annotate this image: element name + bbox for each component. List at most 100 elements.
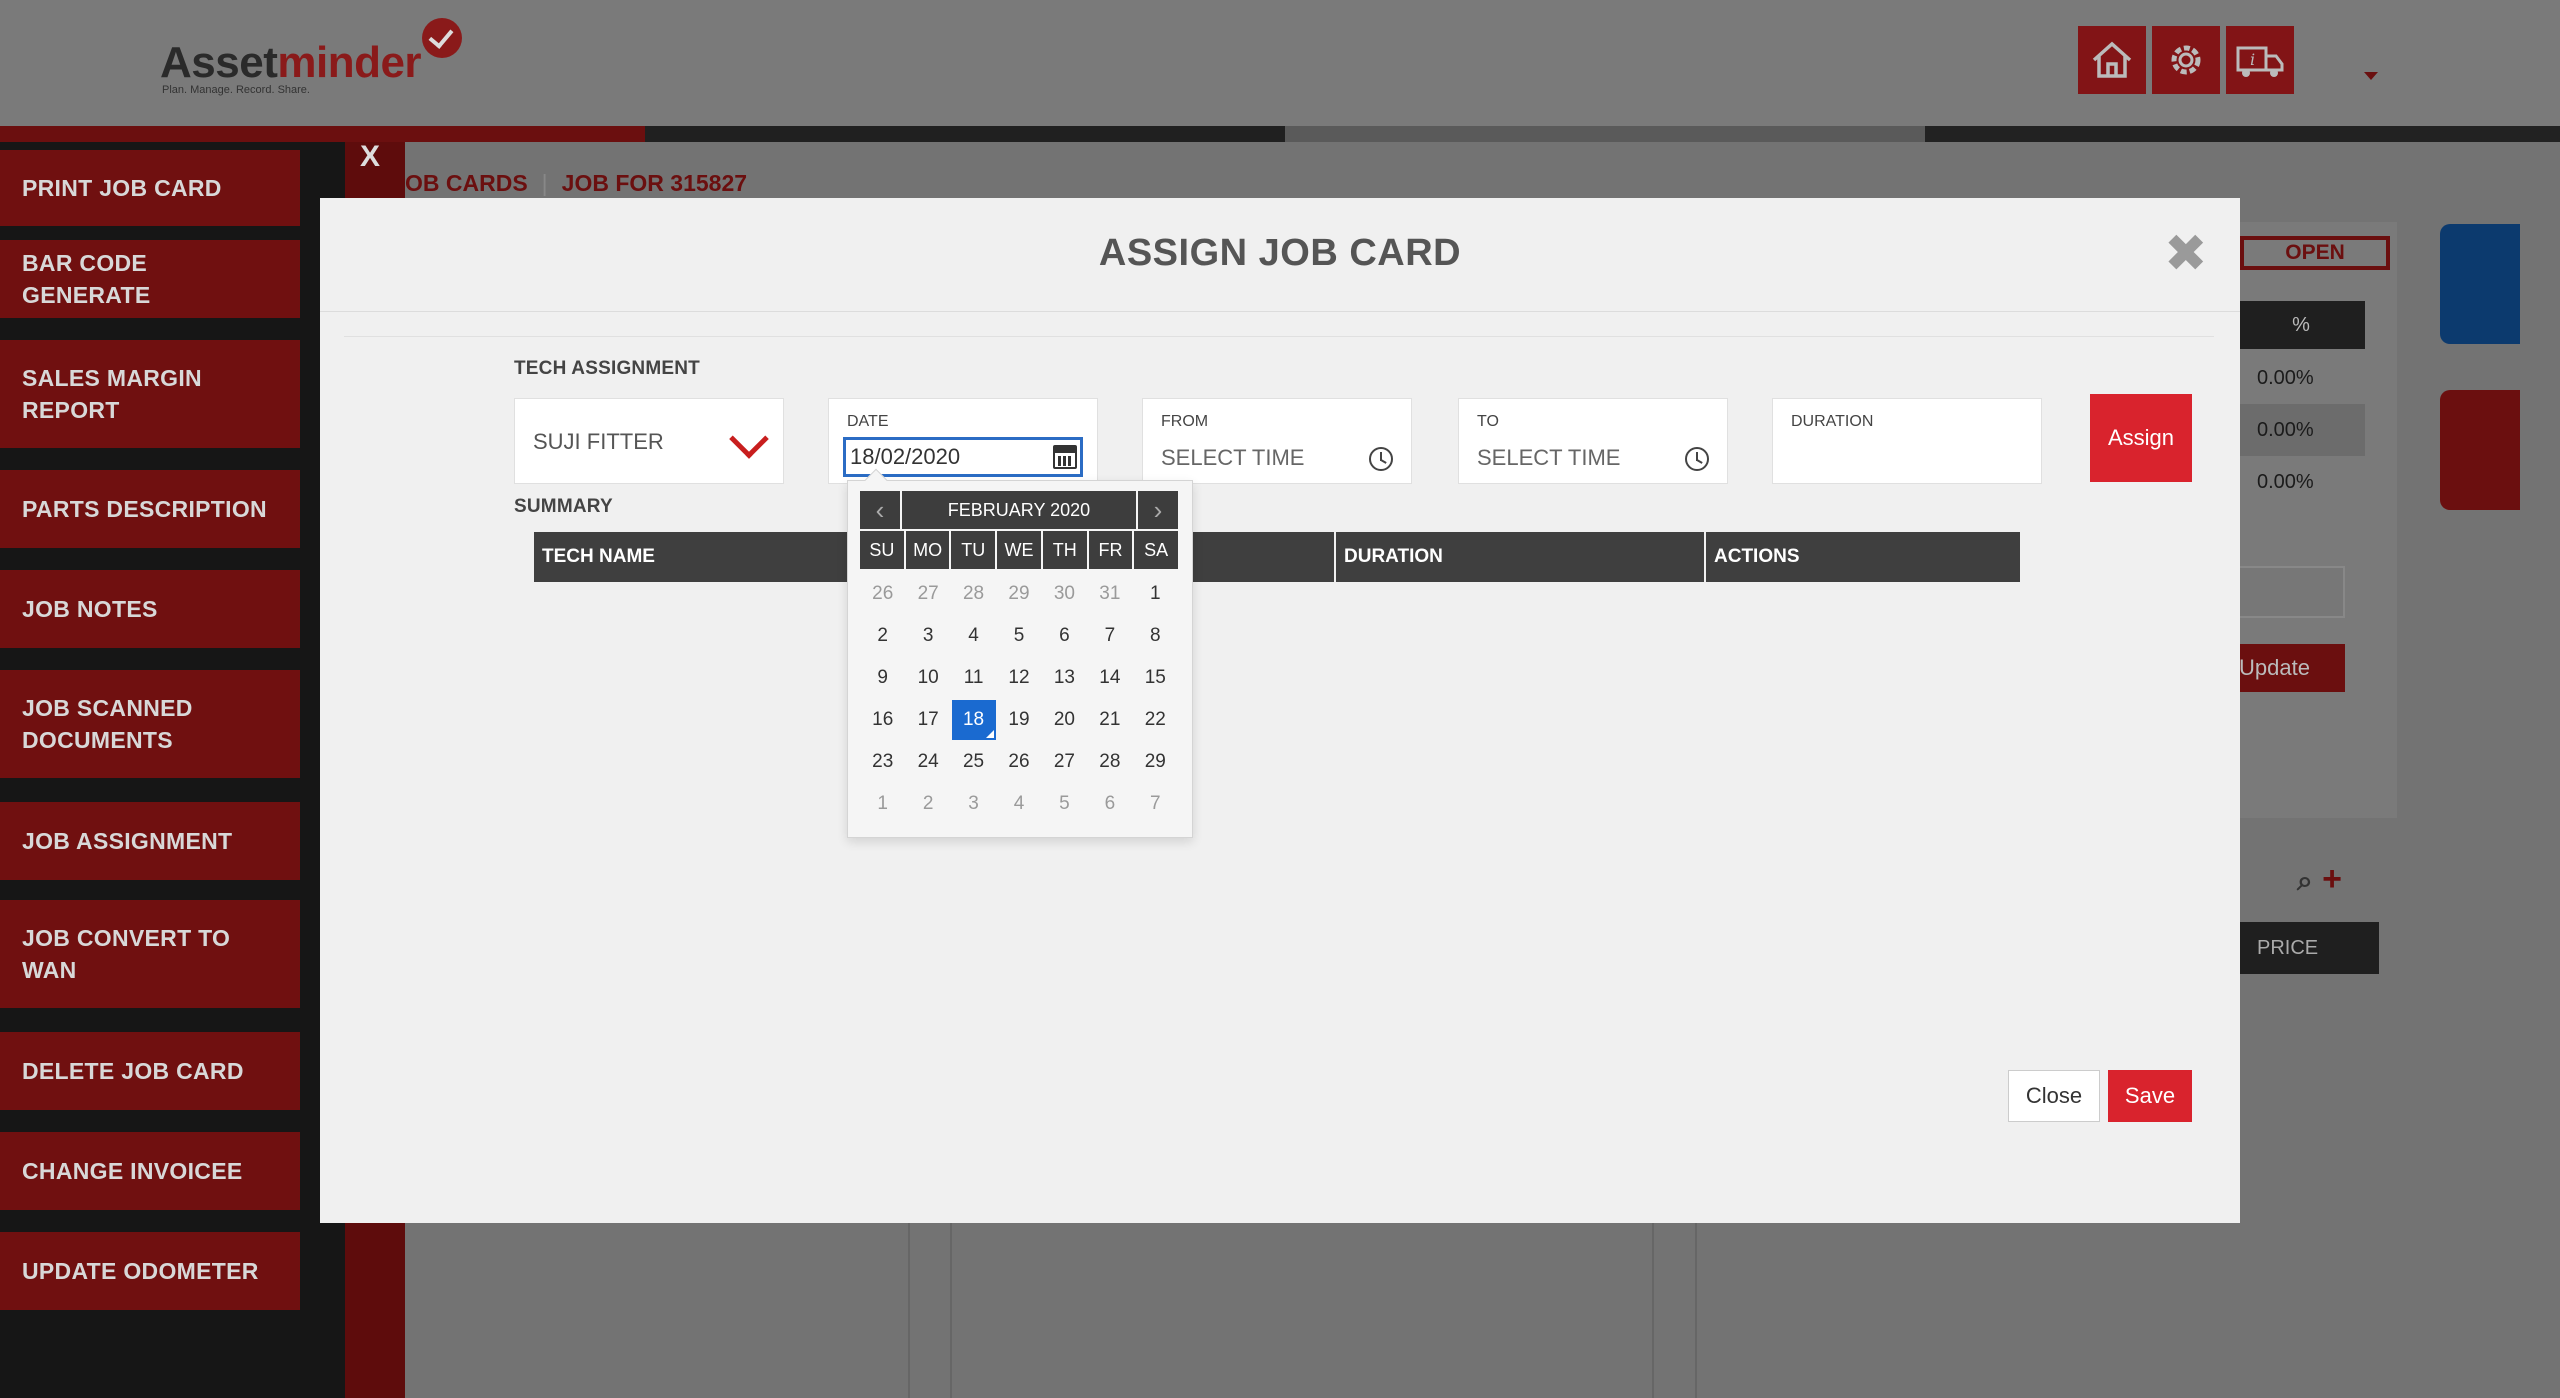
calendar-day[interactable]: 11 xyxy=(951,657,996,699)
calendar-day[interactable]: 3 xyxy=(951,783,996,825)
sidebar-item-sales-margin-report[interactable]: SALES MARGIN REPORT xyxy=(0,340,300,448)
calendar-day[interactable]: 29 xyxy=(996,573,1041,615)
percent-cell: 0.00% xyxy=(2257,366,2314,389)
calendar-day[interactable]: 23 xyxy=(860,741,905,783)
search-document-icon[interactable]: ⌕ xyxy=(2297,865,2313,896)
calendar-day[interactable]: 7 xyxy=(1133,783,1178,825)
calendar-day[interactable]: 25 xyxy=(951,741,996,783)
update-button[interactable]: Update xyxy=(2237,644,2345,692)
clock-icon[interactable] xyxy=(1685,447,1709,471)
edit-document-icon[interactable] xyxy=(2440,390,2520,510)
calendar-day[interactable]: 19 xyxy=(996,699,1041,741)
from-time-input[interactable]: SELECT TIME xyxy=(1161,445,1304,471)
sidebar-item-print-job-card[interactable]: PRINT JOB CARD xyxy=(0,150,300,226)
datepicker-month-title[interactable]: FEBRUARY 2020 xyxy=(900,491,1138,529)
sidebar-item-delete-job-card[interactable]: DELETE JOB CARD xyxy=(0,1032,300,1110)
to-label: TO xyxy=(1477,413,1499,430)
calendar-day[interactable]: 1 xyxy=(1133,573,1178,615)
calendar-day[interactable]: 24 xyxy=(905,741,950,783)
calendar-day[interactable]: 1 xyxy=(860,783,905,825)
datepicker: ‹ FEBRUARY 2020 › SU MO TU WE TH FR SA 2… xyxy=(847,468,1193,838)
calendar-day[interactable]: 10 xyxy=(905,657,950,699)
calendar-day[interactable]: 13 xyxy=(1042,657,1087,699)
add-icon[interactable]: + xyxy=(2322,860,2342,898)
calendar-day[interactable]: 2 xyxy=(860,615,905,657)
calendar-day[interactable]: 29 xyxy=(1133,741,1178,783)
calendar-day[interactable]: 4 xyxy=(996,783,1041,825)
to-time-input[interactable]: SELECT TIME xyxy=(1477,445,1620,471)
assign-button[interactable]: Assign xyxy=(2090,394,2192,482)
sidebar-item-update-odometer[interactable]: UPDATE ODOMETER xyxy=(0,1232,300,1310)
calendar-day[interactable]: 22 xyxy=(1133,699,1178,741)
to-time-field[interactable]: TO SELECT TIME xyxy=(1458,398,1728,484)
datepicker-header: ‹ FEBRUARY 2020 › xyxy=(860,491,1178,529)
prev-month-icon[interactable]: ‹ xyxy=(860,491,900,529)
calendar-day-selected[interactable]: 18 xyxy=(951,699,996,741)
calendar-day[interactable]: 15 xyxy=(1133,657,1178,699)
calendar-day[interactable]: 14 xyxy=(1087,657,1132,699)
calendar-day[interactable]: 5 xyxy=(1042,783,1087,825)
background-icons: ⌕ + xyxy=(2297,860,2342,899)
chevron-down-icon xyxy=(729,419,769,459)
sidebar-item-bar-code-generate[interactable]: BAR CODE GENERATE xyxy=(0,240,300,318)
next-month-icon[interactable]: › xyxy=(1138,491,1178,529)
calendar-day[interactable]: 26 xyxy=(996,741,1041,783)
calendar-day[interactable]: 27 xyxy=(905,573,950,615)
calendar-day[interactable]: 28 xyxy=(951,573,996,615)
sidebar-item-job-assignment[interactable]: JOB ASSIGNMENT xyxy=(0,802,300,880)
percent-column-header: % xyxy=(2237,301,2365,349)
top-header: Assetminder Plan. Manage. Record. Share.… xyxy=(0,0,2560,126)
calendar-day[interactable]: 17 xyxy=(905,699,950,741)
weekday-header: SU xyxy=(860,531,906,569)
background-dropdown[interactable] xyxy=(2237,566,2345,618)
settings-icon[interactable] xyxy=(2152,26,2220,94)
sidebar-item-parts-description[interactable]: PARTS DESCRIPTION xyxy=(0,470,300,548)
status-badge: OPEN xyxy=(2240,236,2390,270)
sidebar-item-job-scanned-documents[interactable]: JOB SCANNED DOCUMENTS xyxy=(0,670,300,778)
sidebar-close-button[interactable]: X xyxy=(360,140,380,174)
calendar-day[interactable]: 6 xyxy=(1087,783,1132,825)
column-header-actions: ACTIONS xyxy=(1706,532,2020,582)
calendar-day[interactable]: 21 xyxy=(1087,699,1132,741)
calendar-day[interactable]: 30 xyxy=(1042,573,1087,615)
calendar-day[interactable]: 28 xyxy=(1087,741,1132,783)
sidebar-item-job-convert-to-wan[interactable]: JOB CONVERT TO WAN xyxy=(0,900,300,1008)
from-time-field[interactable]: FROM SELECT TIME xyxy=(1142,398,1412,484)
calendar-day[interactable]: 5 xyxy=(996,615,1041,657)
duration-field[interactable]: DURATION xyxy=(1772,398,2042,484)
calendar-day[interactable]: 6 xyxy=(1042,615,1087,657)
calendar-day[interactable]: 16 xyxy=(860,699,905,741)
breadcrumb: OB CARDS | JOB FOR 315827 xyxy=(405,170,747,197)
column-divider xyxy=(1695,1210,1697,1398)
date-field: DATE 18/02/2020 xyxy=(828,398,1098,484)
calendar-day[interactable]: 26 xyxy=(860,573,905,615)
calendar-day[interactable]: 3 xyxy=(905,615,950,657)
tech-select[interactable]: SUJI FITTER xyxy=(514,398,784,484)
save-button[interactable]: Save xyxy=(2108,1070,2192,1122)
calendar-day[interactable]: 9 xyxy=(860,657,905,699)
calendar-day[interactable]: 2 xyxy=(905,783,950,825)
assetminder-logo[interactable]: Assetminder Plan. Manage. Record. Share. xyxy=(160,18,480,98)
price-column-header: PRICE xyxy=(2237,922,2379,974)
vehicle-info-icon[interactable]: i xyxy=(2226,26,2294,94)
breadcrumb-job-cards[interactable]: OB CARDS xyxy=(405,170,528,196)
sidebar-item-change-invoicee[interactable]: CHANGE INVOICEE xyxy=(0,1132,300,1210)
user-menu-caret-icon[interactable] xyxy=(2364,72,2378,80)
calendar-day[interactable]: 7 xyxy=(1087,615,1132,657)
calendar-day[interactable]: 12 xyxy=(996,657,1041,699)
home-icon[interactable] xyxy=(2078,26,2146,94)
edit-document-icon[interactable] xyxy=(2440,224,2520,344)
datepicker-days: 26 27 28 29 30 31 1 2 3 4 5 6 7 8 9 10 11 12 13 14 15 16 17 18 1… xyxy=(860,573,1178,825)
calendar-day[interactable]: 20 xyxy=(1042,699,1087,741)
calendar-day[interactable]: 31 xyxy=(1087,573,1132,615)
calendar-day[interactable]: 4 xyxy=(951,615,996,657)
weekday-header: TH xyxy=(1042,531,1089,569)
close-button[interactable]: Close xyxy=(2008,1070,2100,1122)
modal-close-icon[interactable]: ✖ xyxy=(2164,224,2208,284)
clock-icon[interactable] xyxy=(1369,447,1393,471)
calendar-icon[interactable] xyxy=(1053,445,1077,469)
calendar-day[interactable]: 8 xyxy=(1133,615,1178,657)
column-divider xyxy=(908,1210,910,1398)
calendar-day[interactable]: 27 xyxy=(1042,741,1087,783)
sidebar-item-job-notes[interactable]: JOB NOTES xyxy=(0,570,300,648)
